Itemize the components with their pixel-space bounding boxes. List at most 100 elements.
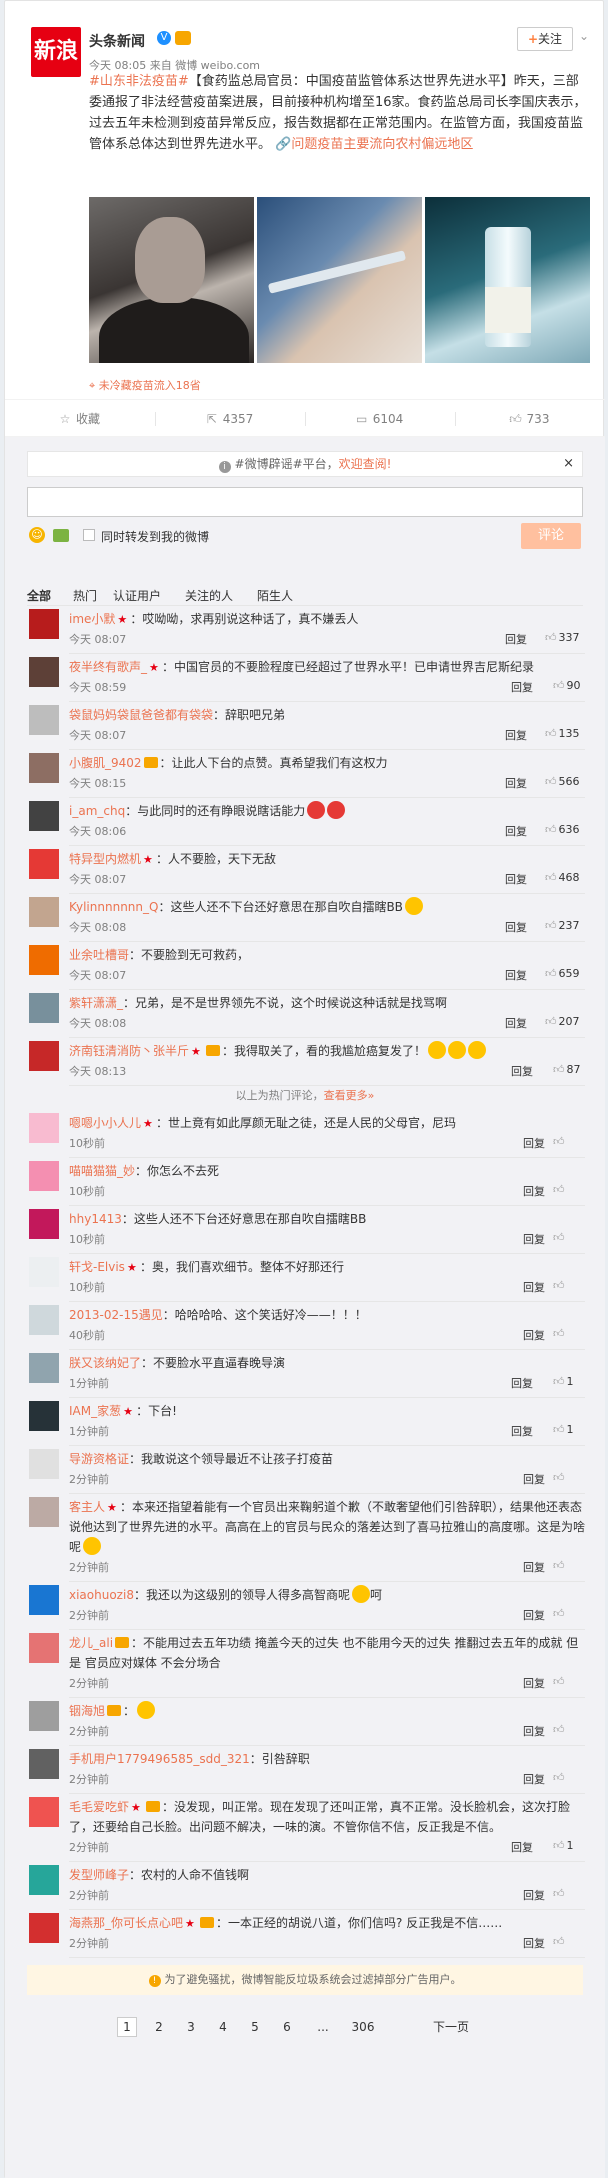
page-306[interactable]: 306 <box>349 2017 377 2037</box>
commenter-avatar[interactable] <box>29 897 59 927</box>
commenter-name[interactable]: ime小默 <box>69 612 115 626</box>
commenter-name[interactable]: 袋鼠妈妈袋鼠爸爸都有袋袋 <box>69 708 213 722</box>
reply-button[interactable]: 回复 <box>505 631 527 647</box>
like-comment-button[interactable]: 👍︎ <box>553 1279 567 1292</box>
commenter-name[interactable]: hhy1413 <box>69 1212 122 1226</box>
commenter-name[interactable]: 嗯嗯小小人儿 <box>69 1116 141 1130</box>
reply-button[interactable]: 回复 <box>505 967 527 983</box>
reply-button[interactable]: 回复 <box>523 1183 545 1199</box>
like-comment-button[interactable]: 👍︎ 87 <box>553 1063 581 1076</box>
author-avatar[interactable]: 新浪 <box>31 27 81 77</box>
commenter-name[interactable]: 济南钰清消防丶张半斤 <box>69 1044 189 1058</box>
follow-button[interactable]: +关注 <box>517 27 573 51</box>
commenter-avatar[interactable] <box>29 657 59 687</box>
next-page-button[interactable]: 下一页 <box>429 2017 473 2037</box>
reply-button[interactable]: 回复 <box>523 1471 545 1487</box>
commenter-avatar[interactable] <box>29 753 59 783</box>
like-comment-button[interactable]: 👍︎ <box>553 1327 567 1340</box>
photo-vial[interactable] <box>425 197 590 363</box>
commenter-name[interactable]: 手机用户1779496585_sdd_321 <box>69 1752 250 1766</box>
commenter-name[interactable]: 紫轩潇潇_ <box>69 996 123 1010</box>
like-comment-button[interactable]: 👍︎ <box>553 1675 567 1688</box>
like-comment-button[interactable]: 👍︎ 659 <box>545 967 580 980</box>
tab-0[interactable]: 全部 <box>27 587 51 604</box>
commenter-name[interactable]: 业余吐槽哥 <box>69 948 129 962</box>
page-6[interactable]: 6 <box>277 2017 297 2037</box>
reply-button[interactable]: 回复 <box>511 1375 533 1391</box>
comment-input[interactable] <box>27 487 583 517</box>
like-comment-button[interactable]: 👍︎ 337 <box>545 631 580 644</box>
like-comment-button[interactable]: 👍︎ 1 <box>553 1839 574 1852</box>
commenter-name[interactable]: 朕又该纳妃了 <box>69 1356 141 1370</box>
like-comment-button[interactable]: 👍︎ 566 <box>545 775 580 788</box>
commenter-name[interactable]: 2013-02-15遇见 <box>69 1308 163 1322</box>
article-link[interactable]: 问题疫苗主要流向农村偏远地区 <box>291 137 473 152</box>
commenter-name[interactable]: 小腹肌_9402 <box>69 756 142 770</box>
like-comment-button[interactable]: 👍︎ 90 <box>553 679 581 692</box>
picture-icon[interactable] <box>53 529 69 542</box>
commenter-avatar[interactable] <box>29 1257 59 1287</box>
like-comment-button[interactable]: 👍︎ 237 <box>545 919 580 932</box>
commenter-avatar[interactable] <box>29 705 59 735</box>
like-comment-button[interactable]: 👍︎ <box>553 1607 567 1620</box>
commenter-avatar[interactable] <box>29 993 59 1023</box>
reply-button[interactable]: 回复 <box>523 1231 545 1247</box>
commenter-avatar[interactable] <box>29 1701 59 1731</box>
like-comment-button[interactable]: 👍︎ <box>553 1771 567 1784</box>
commenter-avatar[interactable] <box>29 1161 59 1191</box>
reply-button[interactable]: 回复 <box>523 1279 545 1295</box>
reply-button[interactable]: 回复 <box>505 1015 527 1031</box>
commenter-avatar[interactable] <box>29 1449 59 1479</box>
comment-button[interactable]: ▭ 6104 <box>305 400 453 438</box>
commenter-name[interactable]: IAM_家葱 <box>69 1404 121 1418</box>
commenter-avatar[interactable] <box>29 1633 59 1663</box>
page-3[interactable]: 3 <box>181 2017 201 2037</box>
commenter-avatar[interactable] <box>29 1353 59 1383</box>
commenter-name[interactable]: 客主人 <box>69 1500 105 1514</box>
reply-button[interactable]: 回复 <box>511 1063 533 1079</box>
commenter-avatar[interactable] <box>29 1913 59 1943</box>
submit-comment-button[interactable]: 评论 <box>521 523 581 549</box>
commenter-avatar[interactable] <box>29 1041 59 1071</box>
like-comment-button[interactable]: 👍︎ <box>553 1231 567 1244</box>
reply-button[interactable]: 回复 <box>523 1935 545 1951</box>
page-2[interactable]: 2 <box>149 2017 169 2037</box>
close-icon[interactable]: × <box>563 452 574 476</box>
page-1[interactable]: 1 <box>117 2017 137 2037</box>
like-comment-button[interactable]: 👍︎ <box>553 1887 567 1900</box>
reply-button[interactable]: 回复 <box>505 775 527 791</box>
commenter-avatar[interactable] <box>29 1113 59 1143</box>
like-comment-button[interactable]: 👍︎ <box>553 1723 567 1736</box>
reply-button[interactable]: 回复 <box>511 1839 533 1855</box>
commenter-name[interactable]: Kylinnnnnnn_Q <box>69 900 158 914</box>
commenter-name[interactable]: 夜半终有歌声_ <box>69 660 147 674</box>
like-comment-button[interactable]: 👍︎ 1 <box>553 1375 574 1388</box>
reply-button[interactable]: 回复 <box>505 823 527 839</box>
reply-button[interactable]: 回复 <box>511 1423 533 1439</box>
commenter-name[interactable]: xiaohuozi8 <box>69 1588 134 1602</box>
see-more-link[interactable]: 查看更多» <box>324 1089 375 1102</box>
commenter-avatar[interactable] <box>29 801 59 831</box>
commenter-name[interactable]: 龙儿_ali <box>69 1636 113 1650</box>
reply-button[interactable]: 回复 <box>505 871 527 887</box>
like-comment-button[interactable]: 👍︎ <box>553 1135 567 1148</box>
commenter-avatar[interactable] <box>29 609 59 639</box>
reply-button[interactable]: 回复 <box>523 1559 545 1575</box>
like-comment-button[interactable]: 👍︎ 207 <box>545 1015 580 1028</box>
reply-button[interactable]: 回复 <box>523 1607 545 1623</box>
commenter-avatar[interactable] <box>29 1497 59 1527</box>
page-4[interactable]: 4 <box>213 2017 233 2037</box>
commenter-avatar[interactable] <box>29 1401 59 1431</box>
commenter-name[interactable]: 海燕那_你可长点心吧 <box>69 1916 183 1930</box>
topic-link[interactable]: #山东非法疫苗# <box>89 74 189 89</box>
commenter-name[interactable]: 轩戈-Elvis <box>69 1260 125 1274</box>
collect-button[interactable]: ☆ 收藏 <box>5 400 153 438</box>
commenter-name[interactable]: 发型师峰子 <box>69 1868 129 1882</box>
reply-button[interactable]: 回复 <box>523 1887 545 1903</box>
tab-4[interactable]: 陌生人 <box>257 587 293 604</box>
photo-injection[interactable] <box>257 197 422 363</box>
tab-2[interactable]: 认证用户 <box>113 587 161 604</box>
location-tag[interactable]: ⌖ 未冷藏疫苗流入18省 <box>89 377 201 393</box>
like-comment-button[interactable]: 👍︎ <box>553 1559 567 1572</box>
smile-icon[interactable]: ☺ <box>29 527 45 543</box>
